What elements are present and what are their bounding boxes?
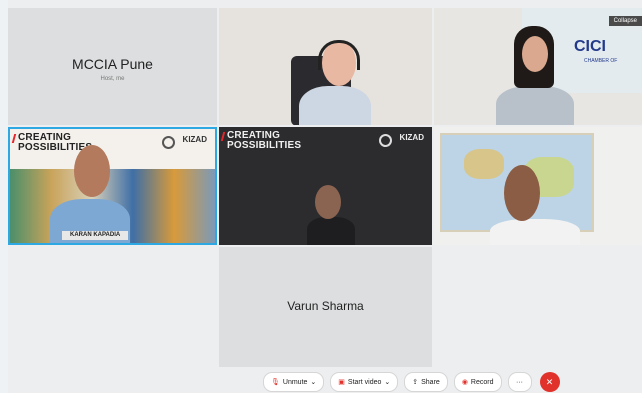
participant-role: Host, me xyxy=(100,76,125,82)
banner: CREATING POSSIBILITIES KIZAD xyxy=(10,129,215,169)
banner: CREATING POSSIBILITIES KIZAD xyxy=(219,127,432,167)
record-label: Record xyxy=(470,378,494,386)
kizad-logo-icon xyxy=(162,136,175,149)
end-call-button[interactable]: ✕ xyxy=(539,372,560,392)
participant-name: Varun Sharma xyxy=(287,299,364,313)
background-strip xyxy=(0,0,8,393)
banner-logo: CICI xyxy=(574,38,606,55)
more-options-button[interactable]: ··· xyxy=(507,372,532,392)
brand-name: KIZAD xyxy=(399,133,424,142)
banner-title: CREATING POSSIBILITIES xyxy=(227,131,301,151)
person-body xyxy=(496,86,574,125)
record-button[interactable]: ◉ Record xyxy=(453,372,502,392)
slash-mark xyxy=(11,134,17,143)
kizad-logo-icon xyxy=(379,134,392,147)
participant-tile-video-5[interactable]: CREATING POSSIBILITIES KIZAD xyxy=(219,127,432,245)
meeting-toolbar: 🎙 Unmute ⌄ ▣ Start video ⌄ ⇪ Share ◉ Rec… xyxy=(263,372,560,392)
banner-logo-sub: CHAMBER OF xyxy=(584,58,618,64)
unmute-label: Unmute xyxy=(282,378,308,386)
participant-tile-active-speaker[interactable]: CREATING POSSIBILITIES KIZAD KARAN KAPAD… xyxy=(8,127,217,245)
more-icon: ··· xyxy=(516,378,523,386)
collapse-button[interactable]: Collapse xyxy=(608,16,642,26)
brand-name: KIZAD xyxy=(182,135,207,144)
participant-tile-video-2[interactable] xyxy=(219,8,432,125)
participant-tile-video-3[interactable]: CICI CHAMBER OF Collapse xyxy=(434,8,642,125)
person-body xyxy=(490,219,580,245)
person-head xyxy=(74,145,110,197)
start-video-button[interactable]: ▣ Start video ⌄ xyxy=(330,372,399,392)
share-button[interactable]: ⇪ Share xyxy=(404,372,448,392)
microphone-off-icon: 🎙 xyxy=(271,379,280,386)
video-off-icon: ▣ xyxy=(338,379,345,386)
participant-tile-varun[interactable]: Varun Sharma xyxy=(219,247,432,367)
start-video-label: Start video xyxy=(347,378,382,386)
chevron-down-icon[interactable]: ⌄ xyxy=(384,378,390,386)
close-icon: ✕ xyxy=(545,376,554,387)
participant-name: MCCIA Pune xyxy=(72,56,153,72)
unmute-button[interactable]: 🎙 Unmute ⌄ xyxy=(263,372,325,392)
person-head xyxy=(315,185,341,219)
participant-name-tag: KARAN KAPADIA xyxy=(62,231,129,240)
person-head xyxy=(522,36,548,72)
person-body xyxy=(307,217,355,245)
share-icon: ⇪ xyxy=(412,379,419,386)
banner-title-line-2: POSSIBILITIES xyxy=(227,140,302,151)
participant-tile-mccia[interactable]: MCCIA Pune Host, me xyxy=(8,8,217,125)
slash-mark xyxy=(220,132,226,141)
share-label: Share xyxy=(421,378,440,386)
person-body xyxy=(299,86,371,125)
chevron-down-icon[interactable]: ⌄ xyxy=(310,378,316,386)
headset-icon xyxy=(318,40,360,70)
record-icon: ◉ xyxy=(461,379,468,386)
participant-tile-video-6[interactable] xyxy=(434,127,642,245)
map-land xyxy=(464,149,504,179)
person-head xyxy=(504,165,540,221)
